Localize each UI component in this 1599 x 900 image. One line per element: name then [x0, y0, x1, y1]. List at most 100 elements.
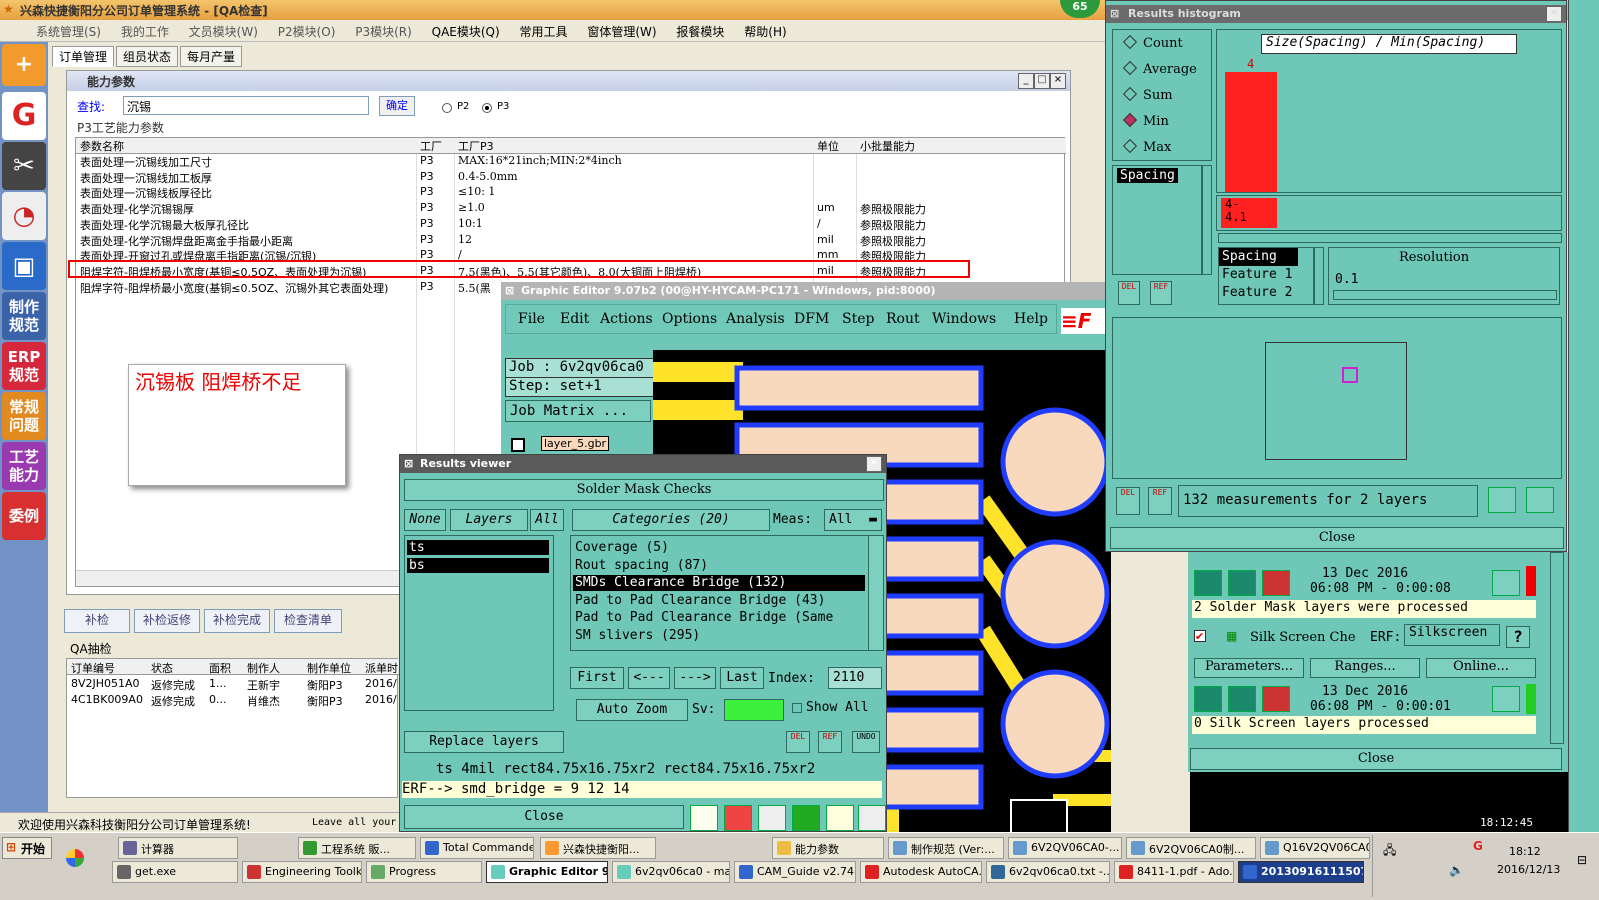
run-icon[interactable] — [1228, 686, 1256, 712]
checks-close-button[interactable]: Close — [1190, 748, 1562, 770]
column-header[interactable]: 工厂P3 — [458, 138, 494, 153]
menu-item-tools[interactable]: 常用工具 — [512, 20, 576, 43]
radio-p3[interactable] — [482, 103, 492, 113]
hist-del-icon-2[interactable]: DEL — [1116, 487, 1140, 515]
taskbar-button[interactable]: 6v2qv06ca0 - mai... — [612, 861, 730, 883]
app-g-icon[interactable]: G — [2, 92, 46, 140]
taskbar-button[interactable]: 能力参数 — [772, 837, 884, 859]
menu-item-my-work[interactable]: 我的工作 — [113, 20, 177, 43]
feature-list[interactable]: Spacing Feature 1 Feature 2 — [1218, 247, 1314, 305]
option-max[interactable]: Max — [1122, 138, 1171, 155]
option-average[interactable]: Average — [1122, 60, 1197, 77]
list-item[interactable]: bs — [407, 558, 549, 573]
menu-item-meal[interactable]: 报餐模块 — [668, 20, 732, 43]
list-item[interactable]: Spacing — [1117, 168, 1178, 183]
menu-dfm[interactable]: DFM — [794, 311, 829, 327]
taskbar-button[interactable]: 20130916111507... — [1238, 861, 1364, 883]
recheck-repair-button[interactable]: 补检返修 — [134, 609, 200, 633]
job-matrix-button[interactable]: Job Matrix ... — [505, 400, 651, 422]
tab-monthly[interactable]: 每月产量 — [180, 46, 243, 67]
column-header[interactable]: 面积 — [209, 660, 231, 676]
column-header[interactable]: 派单时 — [365, 660, 398, 676]
maximize-button[interactable]: □ — [1034, 73, 1050, 89]
taskbar-button[interactable]: CAM_Guide v2.74 — [734, 861, 856, 883]
menu-item-p2[interactable]: P2模块(O) — [270, 20, 344, 43]
next-button[interactable]: ---> — [674, 667, 716, 689]
sidebar-item-common-issues[interactable]: 常规问题 — [2, 392, 46, 440]
table-row[interactable]: 表面处理-化学沉锡最大板厚孔径比 P3 10:1 / 参照极限能力 — [76, 217, 1066, 232]
column-header[interactable]: 单位 — [817, 138, 839, 153]
chart-icon[interactable]: ◔ — [2, 192, 46, 240]
zoom-icon[interactable] — [1492, 686, 1520, 712]
search-input[interactable]: 沉锡 — [123, 96, 369, 115]
menu-help[interactable]: Help — [1014, 311, 1048, 327]
list-item[interactable]: Rout spacing (87) — [573, 558, 865, 574]
tools-icon[interactable]: ✂ — [2, 142, 46, 190]
layers-button[interactable]: Layers — [450, 509, 528, 531]
list-item[interactable]: SM slivers (295) — [573, 628, 865, 644]
menu-rout[interactable]: Rout — [886, 311, 920, 327]
help-button[interactable]: ? — [1506, 626, 1530, 648]
column-header[interactable]: 制作单位 — [307, 660, 351, 676]
save-icon[interactable]: ▣ — [2, 242, 46, 290]
menu-options[interactable]: Options — [662, 311, 717, 327]
table-row[interactable]: 表面处理一沉锡线加工板厚 P3 0.4-5.0mm — [76, 170, 1066, 185]
menu-item-system[interactable]: 系统管理(S) — [28, 20, 109, 43]
quick-launch-icon[interactable] — [66, 849, 84, 867]
tab-members[interactable]: 组员状态 — [116, 46, 179, 67]
taskbar-button[interactable]: Graphic Editor 9.... — [486, 861, 608, 883]
recheck-complete-button[interactable]: 补检完成 — [204, 609, 270, 633]
ranges-button[interactable]: Ranges... — [1310, 658, 1420, 678]
hist-close-button[interactable]: × — [1546, 6, 1562, 22]
checklist-button[interactable]: 检查清单 — [274, 609, 342, 633]
menu-item-windows[interactable]: 窗体管理(W) — [579, 20, 664, 43]
table-row[interactable]: 表面处理-化学沉锡焊盘距离金手指最小距离 P3 12 mil 参照极限能力 — [76, 233, 1066, 248]
taskbar-button[interactable]: Engineering Toolki... — [242, 861, 362, 883]
erf-field[interactable]: Silkscreen — [1404, 624, 1500, 646]
taskbar-button[interactable]: 计算器 — [118, 837, 238, 859]
recheck-button[interactable]: 补检 — [64, 609, 130, 633]
column-header[interactable]: 小批量能力 — [860, 138, 915, 153]
silk-checkbox[interactable]: ✔ — [1194, 630, 1206, 643]
histogram-icon[interactable] — [858, 805, 886, 831]
prev-button[interactable]: <--- — [628, 667, 670, 689]
table-row[interactable]: 表面处理一沉锡线加工尺寸 P3 MAX:16*21inch;MIN:2*4inch — [76, 154, 1066, 169]
rv-close-button[interactable]: × — [866, 456, 882, 472]
option-sum[interactable]: Sum — [1122, 86, 1173, 103]
panel-scrollbar[interactable] — [1550, 552, 1564, 744]
all-button[interactable]: All — [530, 509, 564, 531]
tray-g-icon[interactable]: G — [1473, 839, 1483, 853]
layer-list[interactable]: ts bs — [404, 535, 554, 711]
sidebar-item-erp-spec[interactable]: ERP规范 — [2, 342, 46, 390]
column-header[interactable]: 参数名称 — [80, 138, 124, 153]
index-input[interactable]: 2110 — [828, 667, 882, 689]
run-icon[interactable] — [1194, 686, 1222, 712]
list-item[interactable]: Spacing — [1219, 248, 1298, 266]
menu-item-p3[interactable]: P3模块(R) — [347, 20, 420, 43]
online-button[interactable]: Online... — [1426, 658, 1536, 678]
taskbar-button[interactable]: 兴森快捷衡阳... — [540, 837, 656, 859]
hist-ref-icon-2[interactable]: REF — [1148, 487, 1172, 515]
del-icon[interactable]: DEL — [786, 731, 810, 753]
list-item[interactable]: ts — [407, 540, 549, 555]
option-count[interactable]: Count — [1122, 34, 1183, 51]
add-icon[interactable]: + — [2, 44, 46, 86]
radio-p2[interactable] — [442, 103, 452, 113]
column-header[interactable]: 制作人 — [247, 660, 280, 676]
menu-item-qae[interactable]: QAE模块(Q) — [424, 20, 508, 43]
number-icon[interactable] — [792, 805, 820, 831]
run-icon[interactable] — [1262, 686, 1290, 712]
categories-button[interactable]: Categories (20) — [572, 509, 770, 531]
auto-zoom-dropdown[interactable]: Auto Zoom — [576, 699, 688, 721]
taskbar-button[interactable]: Progress — [366, 861, 482, 883]
taskbar-button[interactable]: 工程系统 販... — [298, 837, 416, 859]
column-header[interactable]: 订单编号 — [71, 660, 115, 676]
last-button[interactable]: Last — [720, 667, 764, 689]
menu-item-clerk[interactable]: 文员模块(W) — [181, 20, 266, 43]
confirm-button[interactable]: 确定 — [379, 96, 415, 116]
taskbar-button[interactable]: Total Comma​nde... — [420, 837, 534, 859]
report-icon[interactable] — [724, 805, 752, 831]
column-header[interactable]: 工厂 — [420, 138, 442, 153]
hist-list[interactable]: Spacing — [1112, 165, 1202, 275]
table-row[interactable]: 表面处理一沉锡线板厚径比 P3 ≤10: 1 — [76, 185, 1066, 200]
